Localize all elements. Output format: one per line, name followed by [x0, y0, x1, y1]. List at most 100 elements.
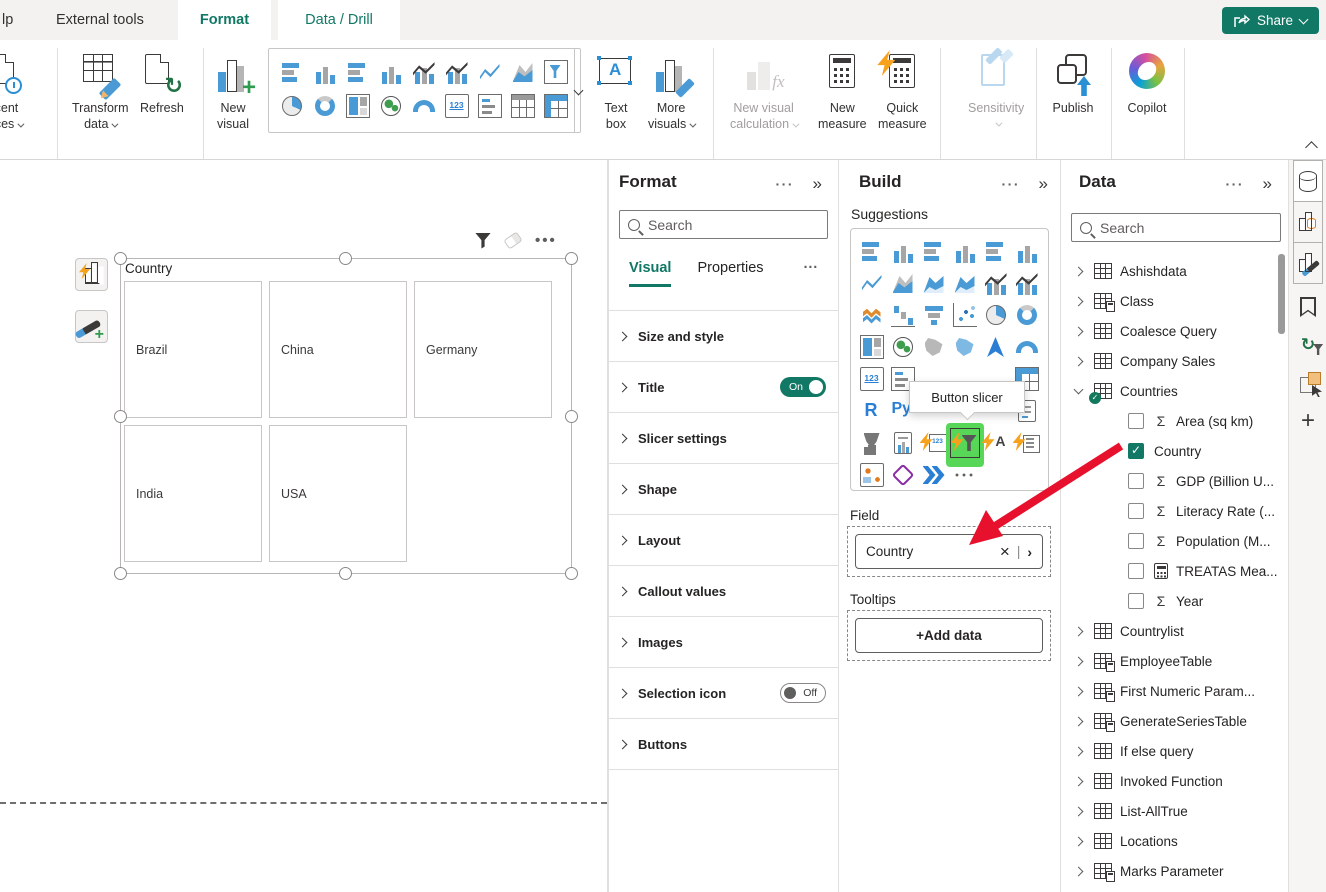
recent-sources-button[interactable]: ecenturces — [0, 52, 24, 132]
format-section[interactable]: Buttons — [609, 719, 838, 770]
collapse-pane-icon[interactable]: » — [813, 174, 822, 194]
transform-data-button[interactable]: Transformdata — [72, 52, 129, 132]
new-visual-button[interactable]: + Newvisual — [212, 52, 254, 132]
tree-item[interactable]: ✓ ✓ Σ Year — [1061, 586, 1288, 616]
text-box-button[interactable]: Textbox — [595, 52, 637, 132]
resize-handle[interactable] — [114, 410, 127, 423]
build-pane-rail-button[interactable] — [1293, 201, 1323, 243]
slicer-button[interactable]: Germany — [414, 281, 552, 418]
format-section[interactable]: Size and style — [609, 311, 838, 362]
checkbox[interactable]: ✓ — [1128, 443, 1144, 459]
filter-icon[interactable] — [475, 233, 491, 249]
chevron-icon[interactable] — [1074, 806, 1084, 816]
sync-slicers-rail-button[interactable]: ↻ — [1296, 332, 1320, 358]
slicer-button[interactable]: Brazil — [124, 281, 262, 418]
checkbox[interactable]: ✓ — [1128, 563, 1144, 579]
share-button[interactable]: Share — [1222, 7, 1319, 34]
add-pane-rail-button[interactable]: + — [1296, 408, 1320, 434]
resize-handle[interactable] — [339, 252, 352, 265]
collapse-ribbon-icon[interactable] — [1306, 140, 1318, 150]
chevron-icon[interactable] — [1074, 326, 1084, 336]
toggle[interactable]: Off — [780, 683, 826, 703]
quick-measure-button[interactable]: Quickmeasure — [878, 52, 927, 132]
tree-item[interactable]: ✓ ✓ Σ If else query — [1061, 736, 1288, 766]
slicer-button[interactable]: USA — [269, 425, 407, 562]
report-canvas[interactable]: + ••• Country Brazil China Germany India… — [0, 160, 608, 892]
tree-item[interactable]: ✓ ✓ Σ Countrylist — [1061, 616, 1288, 646]
copilot-button[interactable]: Copilot — [1126, 52, 1168, 116]
tree-item[interactable]: ✓ ✓ Σ Company Sales — [1061, 346, 1288, 376]
more-options-icon[interactable]: ··· — [776, 176, 795, 192]
chevron-icon[interactable] — [1074, 776, 1084, 786]
resize-handle[interactable] — [114, 252, 127, 265]
format-pane-rail-button[interactable] — [1293, 242, 1323, 284]
tree-item[interactable]: ✓ ✓ Σ GenerateSeriesTable — [1061, 706, 1288, 736]
tab-external-tools[interactable]: External tools — [42, 0, 158, 40]
more-options-icon[interactable]: ··· — [1002, 176, 1021, 192]
tree-item[interactable]: ✓ ✓ Σ Country — [1061, 436, 1288, 466]
refresh-button[interactable]: ↻ Refresh — [140, 52, 184, 116]
tab-format[interactable]: Format — [178, 0, 271, 40]
chevron-icon[interactable] — [1074, 385, 1084, 395]
chevron-icon[interactable] — [1074, 656, 1084, 666]
data-search-input[interactable] — [1100, 220, 1272, 236]
checkbox[interactable]: ✓ — [1128, 413, 1144, 429]
slicer-button[interactable]: India — [124, 425, 262, 562]
checkbox[interactable]: ✓ — [1128, 593, 1144, 609]
tab-properties[interactable]: Properties — [697, 260, 763, 287]
tree-item[interactable]: ✓ ✓ Σ TREATAS Mea... — [1061, 556, 1288, 586]
tree-item[interactable]: ✓ ✓ Σ Population (M... — [1061, 526, 1288, 556]
format-search-box[interactable] — [619, 210, 828, 239]
tree-item[interactable]: ✓ ✓ Σ Area (sq km) — [1061, 406, 1288, 436]
format-section[interactable]: Slicer settings — [609, 413, 838, 464]
checkbox[interactable]: ✓ — [1128, 473, 1144, 489]
field-well[interactable]: Country × | › — [847, 526, 1051, 577]
tree-item[interactable]: ✓ ✓ Σ Literacy Rate (... — [1061, 496, 1288, 526]
new-measure-button[interactable]: Newmeasure — [818, 52, 867, 132]
slicer-button[interactable]: China — [269, 281, 407, 418]
chevron-icon[interactable] — [1074, 266, 1084, 276]
tree-item[interactable]: ✓ ✓ Σ GDP (Billion U... — [1061, 466, 1288, 496]
tree-item[interactable]: ✓ ✓ Σ Invoked Function — [1061, 766, 1288, 796]
chevron-icon[interactable] — [1074, 716, 1084, 726]
tree-item[interactable]: ✓ ✓ Σ EmployeeTable — [1061, 646, 1288, 676]
more-options-icon[interactable]: ··· — [1226, 176, 1245, 192]
format-section[interactable]: Shape — [609, 464, 838, 515]
checkbox[interactable]: ✓ — [1128, 533, 1144, 549]
tree-item[interactable]: ✓ ✓ Σ First Numeric Param... — [1061, 676, 1288, 706]
chevron-icon[interactable] — [1074, 356, 1084, 366]
resize-handle[interactable] — [565, 567, 578, 580]
tree-item[interactable]: ✓ ✓ Σ Coalesce Query — [1061, 316, 1288, 346]
toggle[interactable]: On — [780, 377, 826, 397]
eraser-icon[interactable] — [503, 231, 522, 249]
field-chip-country[interactable]: Country × | › — [855, 534, 1043, 569]
button-slicer-visual[interactable]: Country Brazil China Germany India USA — [120, 258, 572, 574]
bookmarks-rail-button[interactable] — [1296, 294, 1320, 320]
remove-field-icon[interactable]: × — [1000, 542, 1010, 562]
chevron-icon[interactable] — [1074, 296, 1084, 306]
suggest-visual-button[interactable] — [75, 258, 108, 291]
chevron-icon[interactable] — [1074, 686, 1084, 696]
format-visual-button[interactable]: + — [75, 310, 108, 343]
chevron-icon[interactable] — [1074, 746, 1084, 756]
collapse-pane-icon[interactable]: » — [1039, 174, 1048, 194]
resize-handle[interactable] — [565, 252, 578, 265]
publish-button[interactable]: Publish — [1052, 52, 1094, 116]
gallery-expand-button[interactable] — [574, 49, 582, 132]
tab-visual[interactable]: Visual — [629, 260, 671, 287]
tree-item[interactable]: ✓ ✓ Σ Countries — [1061, 376, 1288, 406]
more-options-icon[interactable]: ··· — [804, 260, 819, 287]
tree-item[interactable]: ✓ ✓ Σ List-AllTrue — [1061, 796, 1288, 826]
resize-handle[interactable] — [114, 567, 127, 580]
tree-item[interactable]: ✓ ✓ Σ Class — [1061, 286, 1288, 316]
more-visuals-button[interactable]: Morevisuals — [648, 52, 694, 132]
data-pane-rail-button[interactable] — [1293, 160, 1323, 202]
selection-rail-button[interactable] — [1296, 372, 1320, 398]
scrollbar-thumb[interactable] — [1278, 254, 1285, 334]
format-section[interactable]: Layout — [609, 515, 838, 566]
more-options-icon[interactable]: ••• — [535, 232, 557, 249]
tree-item[interactable]: ✓ ✓ Σ Ashishdata — [1061, 256, 1288, 286]
data-search-box[interactable] — [1071, 213, 1281, 242]
chevron-icon[interactable] — [1074, 626, 1084, 636]
chevron-icon[interactable] — [1074, 836, 1084, 846]
